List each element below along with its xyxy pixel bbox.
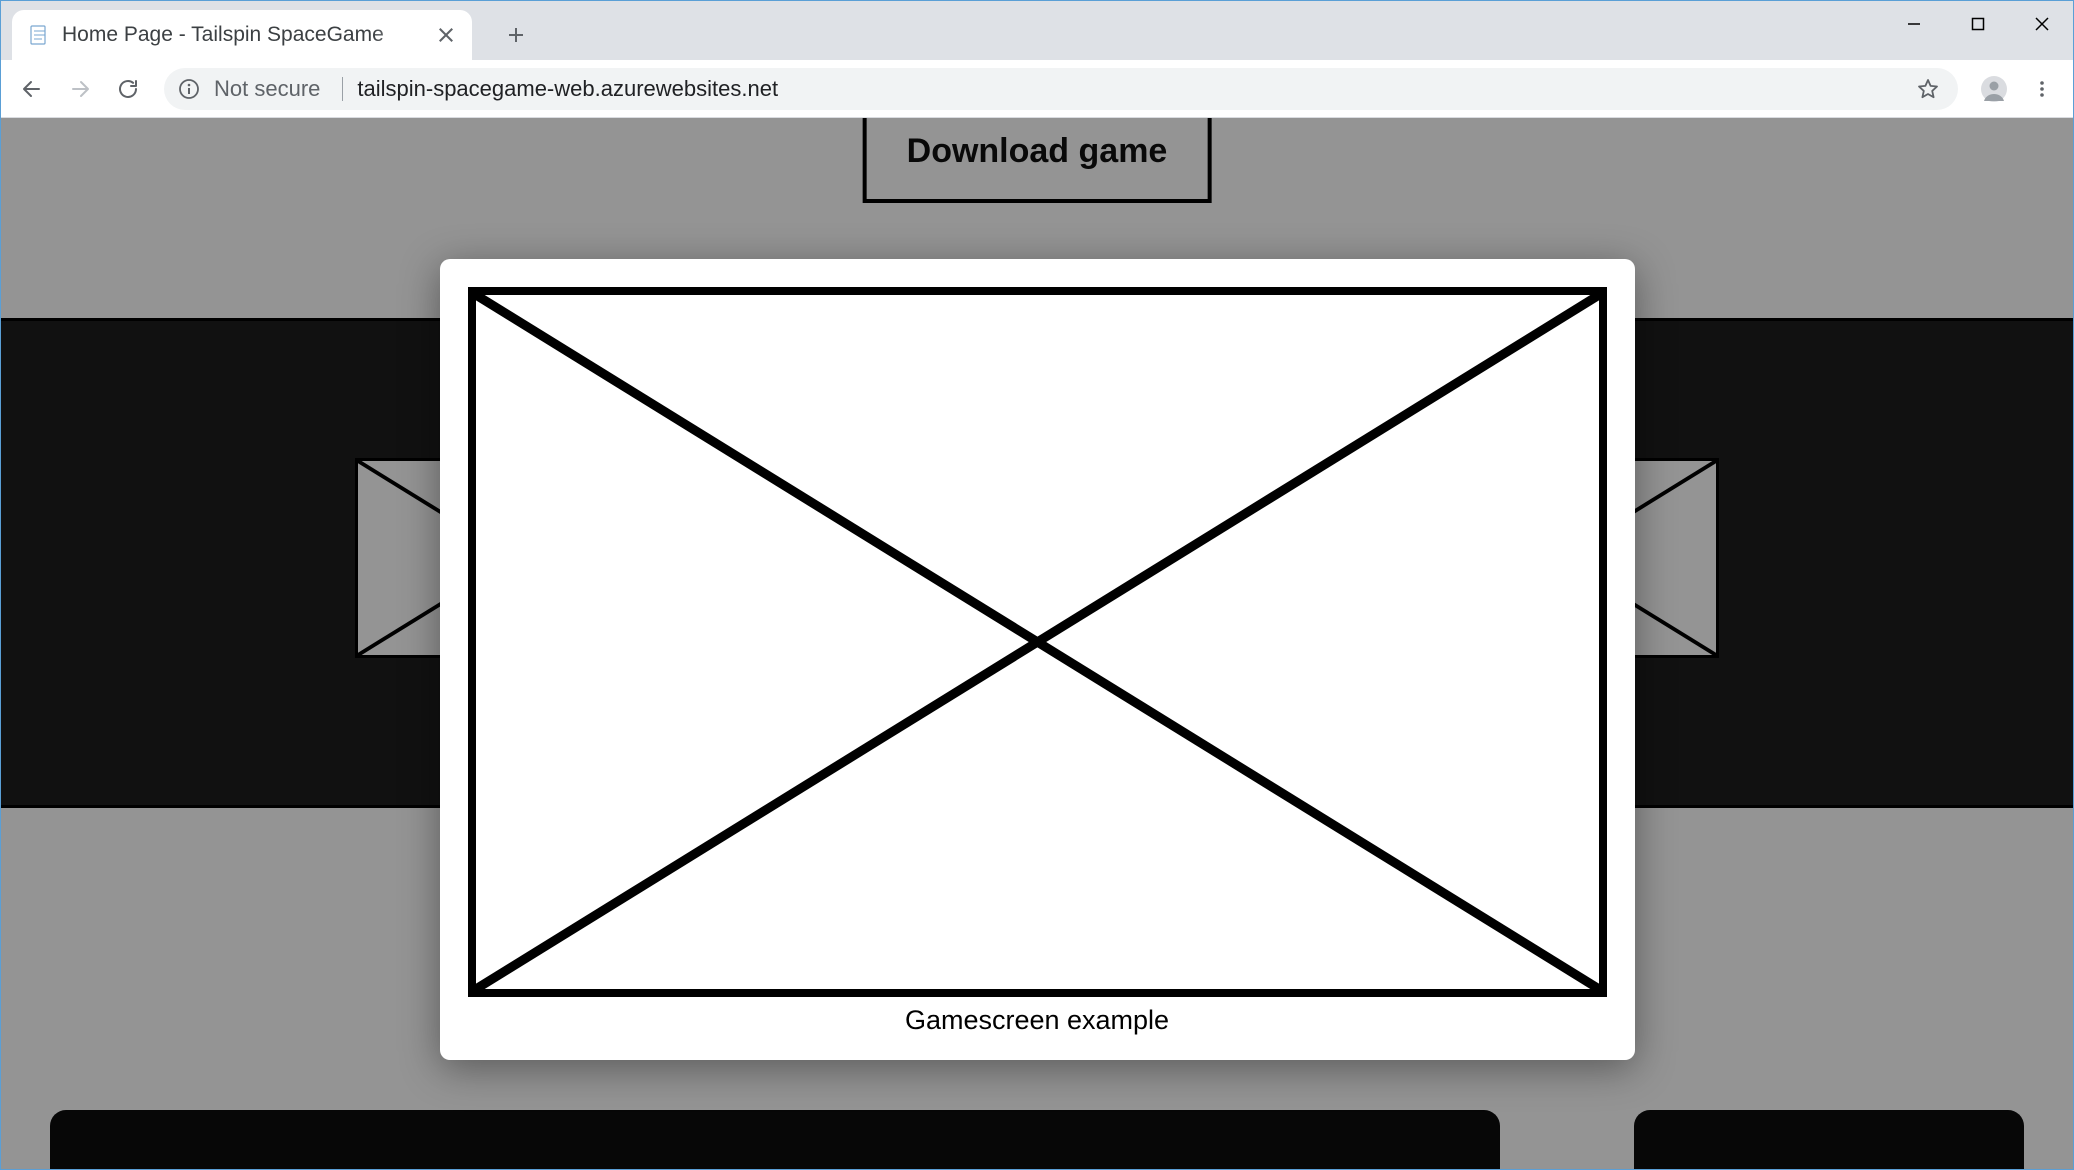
browser-toolbar: Not secure tailspin-spacegame-web.azurew… <box>0 60 2074 118</box>
close-window-button[interactable] <box>2010 0 2074 48</box>
site-info-icon[interactable] <box>178 78 200 100</box>
lightbox-modal: Gamescreen example <box>440 259 1635 1060</box>
modal-caption: Gamescreen example <box>468 1005 1607 1036</box>
profile-button[interactable] <box>1974 69 2014 109</box>
minimize-button[interactable] <box>1882 0 1946 48</box>
modal-image-placeholder <box>468 287 1607 997</box>
tab-favicon-icon <box>28 24 50 46</box>
address-bar[interactable]: Not secure tailspin-spacegame-web.azurew… <box>164 68 1958 110</box>
page-viewport: Download game Gamescreen example <box>0 118 2074 1170</box>
url-text: tailspin-spacegame-web.azurewebsites.net <box>357 76 1916 102</box>
new-tab-button[interactable] <box>496 15 536 55</box>
browser-tab[interactable]: Home Page - Tailspin SpaceGame <box>12 10 472 60</box>
kebab-menu-icon[interactable] <box>2022 69 2062 109</box>
omnibox-divider <box>342 77 343 101</box>
reload-button[interactable] <box>108 69 148 109</box>
window-controls <box>1882 0 2074 48</box>
back-button[interactable] <box>12 69 52 109</box>
tab-strip: Home Page - Tailspin SpaceGame <box>0 0 2074 60</box>
tab-title: Home Page - Tailspin SpaceGame <box>62 23 428 47</box>
forward-button[interactable] <box>60 69 100 109</box>
bookmark-star-icon[interactable] <box>1916 77 1940 101</box>
tab-close-icon[interactable] <box>436 25 456 45</box>
maximize-button[interactable] <box>1946 0 2010 48</box>
modal-overlay[interactable]: Gamescreen example <box>0 118 2074 1170</box>
security-status: Not secure <box>214 76 320 102</box>
